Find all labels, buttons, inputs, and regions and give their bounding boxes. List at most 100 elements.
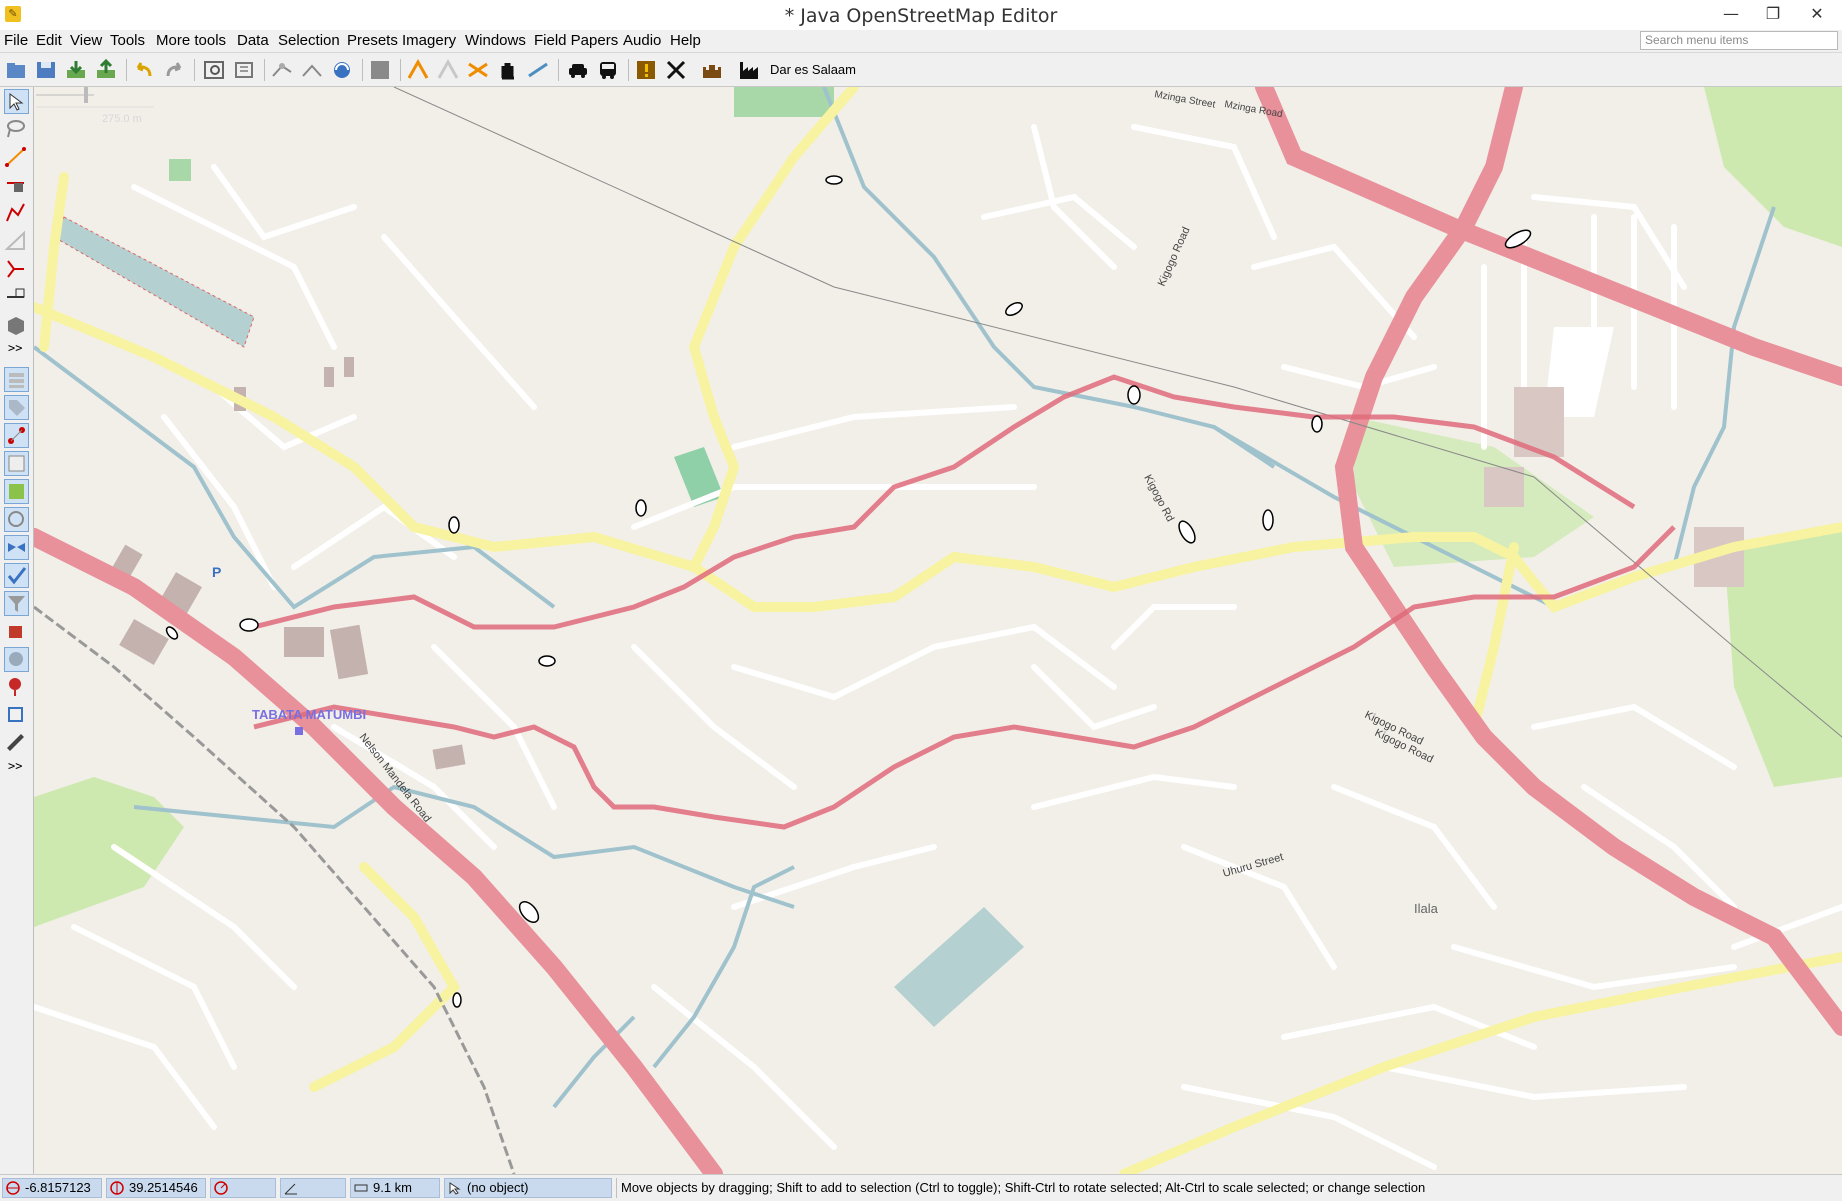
more-tools-toggle[interactable]: >> <box>8 341 22 355</box>
map-view[interactable]: TABATA MATUMBI Ilala P Nelson Mandela Ro… <box>34 87 1842 1174</box>
maximize-button[interactable]: ❐ <box>1752 0 1794 28</box>
join-nodes-icon[interactable] <box>4 257 29 282</box>
menu-view[interactable]: View <box>70 32 102 49</box>
cross-icon[interactable] <box>664 58 688 82</box>
mapstyle-panel-icon[interactable] <box>4 647 29 672</box>
green-area <box>169 159 191 181</box>
left-toolbar: >> >> <box>0 87 34 1174</box>
status-bar: -6.8157123 39.2514546 9.1 km (no object)… <box>0 1174 1842 1201</box>
zoom-icon[interactable] <box>232 58 256 82</box>
toolbar-separator <box>362 59 363 81</box>
menu-edit[interactable]: Edit <box>36 32 62 49</box>
menu-more-tools[interactable]: More tools <box>156 32 226 49</box>
relations-panel-icon[interactable] <box>4 423 29 448</box>
place-tabata-marker <box>295 727 303 735</box>
longitude-value: 39.2514546 <box>129 1180 198 1195</box>
close-button[interactable]: ✕ <box>1796 0 1838 28</box>
toolbar-separator <box>400 59 401 81</box>
latitude-field: -6.8157123 <box>2 1178 102 1198</box>
measurement-panel-icon[interactable] <box>4 731 29 756</box>
factory-icon[interactable] <box>738 58 762 82</box>
ruler-icon[interactable] <box>526 58 550 82</box>
combine-way-icon[interactable] <box>300 58 324 82</box>
overpass-panel-icon[interactable] <box>4 703 29 728</box>
heading-field <box>210 1178 276 1198</box>
menu-help[interactable]: Help <box>670 32 701 49</box>
split-way-icon[interactable] <box>270 58 294 82</box>
more-panels-toggle[interactable]: >> <box>8 759 22 773</box>
notes-panel-icon[interactable] <box>4 507 29 532</box>
location-label[interactable]: Dar es Salaam <box>770 62 856 77</box>
select-tool-icon[interactable] <box>4 89 29 114</box>
upload-icon[interactable] <box>94 58 118 82</box>
car-icon[interactable] <box>566 58 590 82</box>
longitude-icon <box>110 1181 124 1195</box>
splitting-icon[interactable] <box>4 285 29 310</box>
longitude-field: 39.2514546 <box>106 1178 206 1198</box>
menu-windows[interactable]: Windows <box>465 32 526 49</box>
align-icon[interactable] <box>330 58 354 82</box>
filter-panel-icon[interactable] <box>4 591 29 616</box>
status-help-text: Move objects by dragging; Shift to add t… <box>616 1178 1838 1198</box>
preferences-icon[interactable] <box>202 58 226 82</box>
layers-panel-icon[interactable] <box>4 367 29 392</box>
warning-icon[interactable] <box>634 58 658 82</box>
hand-icon[interactable] <box>496 58 520 82</box>
menu-selection[interactable]: Selection <box>278 32 340 49</box>
building-tool-icon[interactable] <box>4 313 29 338</box>
map-canvas[interactable]: TABATA MATUMBI Ilala P Nelson Mandela Ro… <box>34 87 1842 1174</box>
download-icon[interactable] <box>64 58 88 82</box>
paint-panel-icon[interactable] <box>4 619 29 644</box>
menu-bar: File Edit View Tools More tools Data Sel… <box>0 30 1842 53</box>
menu-tools[interactable]: Tools <box>110 32 145 49</box>
circle-icon[interactable] <box>466 58 490 82</box>
menu-presets[interactable]: Presets <box>347 32 398 49</box>
parallel-icon[interactable] <box>4 229 29 254</box>
undo-icon[interactable] <box>132 58 156 82</box>
open-file-icon[interactable] <box>4 58 28 82</box>
validation-panel-icon[interactable] <box>4 563 29 588</box>
lasso-tool-icon[interactable] <box>4 117 29 142</box>
castle-icon[interactable] <box>700 58 724 82</box>
menu-file[interactable]: File <box>4 32 28 49</box>
extrude-icon[interactable] <box>4 201 29 226</box>
conflict-panel-icon[interactable] <box>4 535 29 560</box>
save-icon[interactable] <box>34 58 58 82</box>
orthogonalize-icon[interactable] <box>406 58 430 82</box>
road-label-kigogo-rd: Kigogo Rd <box>1141 473 1176 524</box>
tags-panel-icon[interactable] <box>4 395 29 420</box>
road-label-kigogo-vertical: Kigogo Road <box>1156 225 1193 288</box>
object-value: (no object) <box>467 1180 529 1195</box>
toolbar-separator <box>264 59 265 81</box>
green-area <box>734 87 834 117</box>
draw-tool-icon[interactable] <box>4 145 29 170</box>
menu-field-papers[interactable]: Field Papers <box>534 32 618 49</box>
history-panel-icon[interactable] <box>4 451 29 476</box>
improve-way-icon[interactable] <box>4 173 29 198</box>
latitude-icon <box>6 1181 20 1195</box>
menu-audio[interactable]: Audio <box>623 32 661 49</box>
select-object-icon <box>449 1182 461 1195</box>
toolbar-separator <box>194 59 195 81</box>
distance-field: 9.1 km <box>350 1178 440 1198</box>
title-bar: ✎ * Java OpenStreetMap Editor — ❐ ✕ <box>0 0 1842 31</box>
water-basin <box>894 907 1024 1027</box>
search-menu-input[interactable]: Search menu items <box>1640 31 1838 50</box>
window-title: * Java OpenStreetMap Editor <box>784 5 1058 27</box>
minimize-button[interactable]: — <box>1710 0 1752 28</box>
park-area <box>1704 87 1842 247</box>
straighten-icon[interactable] <box>436 58 460 82</box>
bug-panel-icon[interactable] <box>4 675 29 700</box>
toolbar-separator <box>628 59 629 81</box>
latitude-value: -6.8157123 <box>25 1180 91 1195</box>
angle-field <box>280 1178 346 1198</box>
place-ilala-label: Ilala <box>1414 901 1439 916</box>
menu-imagery[interactable]: Imagery <box>402 32 456 49</box>
layer-icon[interactable] <box>368 58 392 82</box>
imagery-panel-icon[interactable] <box>4 479 29 504</box>
menu-data[interactable]: Data <box>237 32 269 49</box>
bus-icon[interactable] <box>596 58 620 82</box>
zoom-slider[interactable] <box>36 87 154 108</box>
toolbar-separator <box>126 59 127 81</box>
redo-icon[interactable] <box>162 58 186 82</box>
